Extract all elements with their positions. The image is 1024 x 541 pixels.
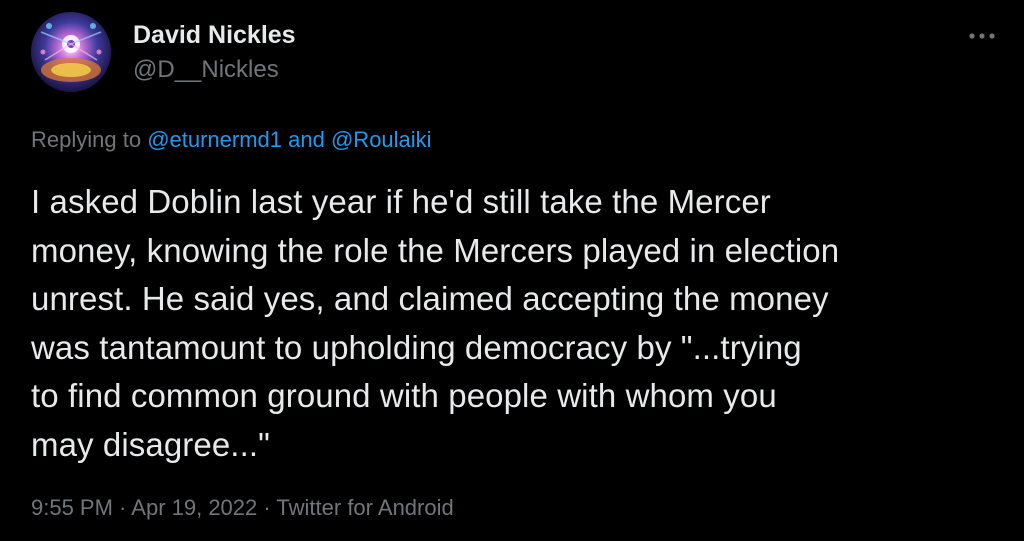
avatar-image	[31, 12, 111, 92]
more-horizontal-icon	[969, 33, 995, 39]
tweet-source[interactable]: Twitter for Android	[276, 495, 453, 520]
author-display-name[interactable]: David Nickles	[133, 21, 296, 50]
tweet-text-line: may disagree..."	[31, 425, 270, 463]
reply-user-link-eturnermd1[interactable]: @eturnermd1	[147, 127, 282, 152]
replying-to: Replying to @eturnermd1 and @Roulaiki	[31, 127, 432, 153]
tweet-text-line: I asked Doblin last year if he'd still t…	[31, 183, 771, 220]
tweet-date[interactable]: Apr 19, 2022	[131, 495, 257, 520]
tweet-time[interactable]: 9:55 PM	[31, 495, 113, 520]
tweet-text-line: unrest. He said yes, and claimed accepti…	[31, 280, 829, 317]
reply-conjunction: and	[282, 127, 331, 152]
author-handle[interactable]: @D__Nickles	[133, 56, 279, 84]
tweet-text-line: to find common ground with people with w…	[31, 377, 777, 414]
more-options-button[interactable]	[960, 20, 1004, 52]
tweet-metadata: 9:55 PM · Apr 19, 2022 · Twitter for And…	[31, 495, 454, 521]
meta-separator: ·	[257, 495, 277, 520]
tweet-text: I asked Doblin last year if he'd still t…	[31, 178, 1006, 469]
avatar[interactable]	[31, 12, 111, 92]
meta-separator: ·	[112, 495, 132, 520]
tweet-text-line: was tantamount to upholding democracy by…	[31, 328, 802, 366]
tweet-text-line: money, knowing the role the Mercers play…	[31, 231, 840, 269]
tweet: David Nickles @D__Nickles Replying to @e…	[0, 0, 1024, 541]
replying-to-prefix: Replying to	[31, 127, 148, 152]
reply-user-link-roulaiki[interactable]: @Roulaiki	[331, 127, 432, 152]
